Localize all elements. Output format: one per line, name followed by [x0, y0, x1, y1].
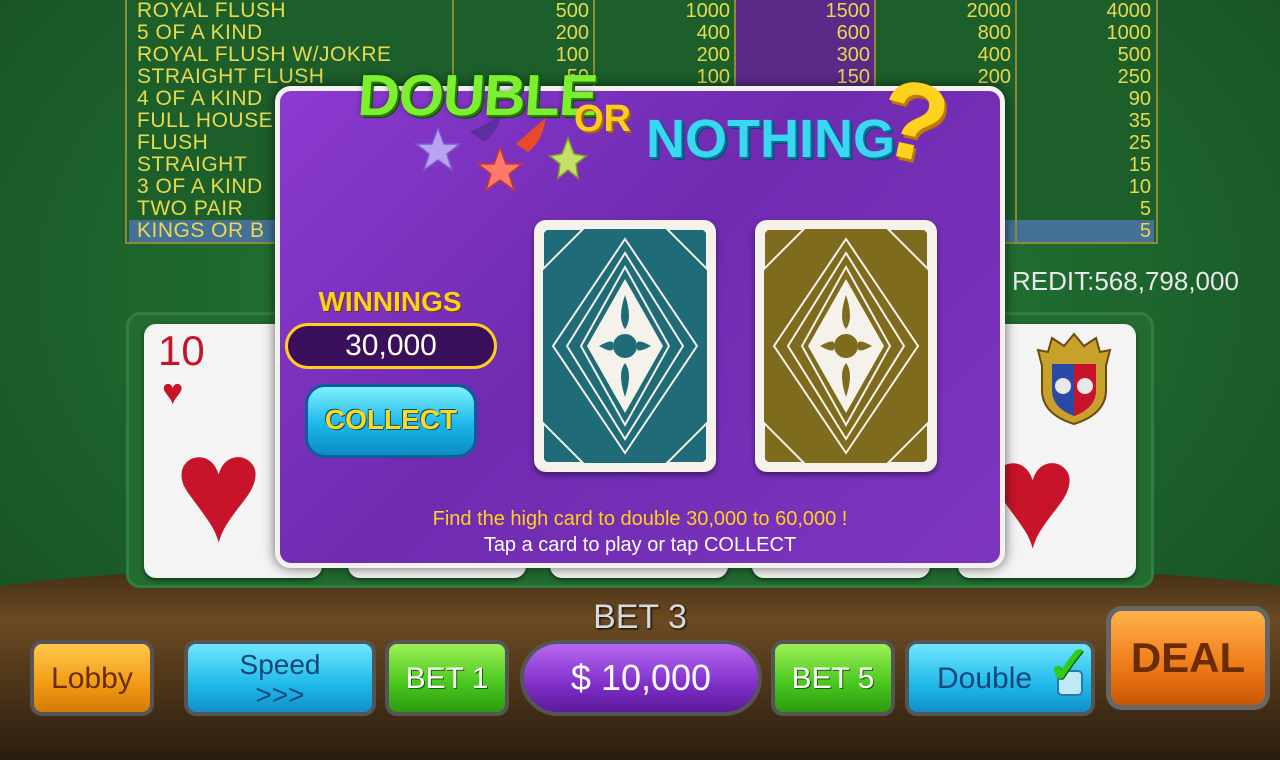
- card-back-pattern-icon: [764, 229, 928, 463]
- paytable-payout: 2000: [966, 0, 1012, 22]
- paytable-hand-name: FULL HOUSE: [137, 109, 274, 132]
- paytable-payout: 15: [1128, 154, 1151, 176]
- title-nothing: NOTHING: [646, 109, 895, 169]
- heart-icon: ♥: [174, 405, 264, 573]
- lobby-button[interactable]: Lobby: [30, 640, 154, 716]
- title-or: OR: [574, 98, 631, 140]
- paytable-row: ROYAL FLUSH 500 1000 1500 2000 4000: [127, 0, 1156, 22]
- card-rank: 10: [158, 327, 205, 374]
- paytable-payout: 300: [836, 44, 870, 66]
- speed-label: Speed: [239, 649, 321, 680]
- paytable-payout: 4000: [1106, 0, 1152, 22]
- gamble-hint: Tap a card to play or tap COLLECT: [483, 534, 797, 556]
- collect-button[interactable]: COLLECT: [305, 384, 477, 458]
- winnings-value: 30,000: [285, 323, 497, 369]
- paytable-payout: 200: [696, 44, 730, 66]
- paytable-hand-name: STRAIGHT: [137, 153, 248, 176]
- title-double: DOUBLE: [355, 63, 600, 128]
- paytable-payout: 100: [696, 66, 730, 88]
- paytable-row: ROYAL FLUSH W/JOKRE 100 200 300 400 500: [127, 43, 1156, 67]
- paytable-payout: 1500: [825, 0, 871, 22]
- bet-1-button[interactable]: BET 1: [385, 640, 509, 716]
- paytable-hand-name: 5 OF A KIND: [137, 21, 263, 44]
- checkmark-icon: ✓: [1047, 637, 1091, 695]
- paytable-payout: 35: [1128, 110, 1151, 132]
- balance-display: $ 10,000: [520, 640, 762, 716]
- paytable-payout: 1000: [685, 0, 731, 22]
- paytable-payout: 5: [1139, 198, 1151, 220]
- speed-button[interactable]: Speed >>>: [184, 640, 376, 716]
- crest-icon: [1036, 332, 1112, 426]
- gamble-card-left[interactable]: [534, 220, 716, 472]
- credit-display: REDIT:568,798,000: [1012, 266, 1239, 296]
- paytable-hand-name: ROYAL FLUSH W/JOKRE: [137, 43, 392, 66]
- paytable-hand-name: FLUSH: [137, 131, 209, 154]
- gamble-instruction: Find the high card to double 30,000 to 6…: [432, 508, 848, 530]
- paytable-payout: 200: [555, 22, 589, 44]
- paytable-payout: 500: [1117, 44, 1151, 66]
- double-label: Double: [937, 662, 1033, 695]
- paytable-payout: 250: [1117, 66, 1151, 88]
- paytable-payout: 5: [1139, 220, 1151, 242]
- paytable-payout: 10: [1128, 176, 1151, 198]
- paytable-payout: 25: [1128, 132, 1151, 154]
- paytable-hand-name: TWO PAIR: [137, 197, 244, 220]
- speed-arrows: >>>: [255, 679, 305, 710]
- paytable-payout: 150: [836, 66, 870, 88]
- paytable-hand-name: 4 OF A KIND: [137, 87, 263, 110]
- paytable-row: STRAIGHT FLUSH 50 100 150 200 250: [127, 65, 1156, 89]
- paytable-payout: 500: [555, 0, 589, 22]
- paytable-hand-name: 3 OF A KIND: [137, 175, 263, 198]
- paytable-payout: 400: [696, 22, 730, 44]
- winnings-label: WINNINGS: [318, 286, 462, 317]
- card-back-pattern-icon: [543, 229, 707, 463]
- double-toggle-button[interactable]: Double ✓: [905, 640, 1095, 716]
- paytable-payout: 800: [977, 22, 1011, 44]
- paytable-payout: 1000: [1106, 22, 1152, 44]
- gamble-card-right[interactable]: [755, 220, 937, 472]
- deal-button[interactable]: DEAL: [1106, 606, 1270, 710]
- current-bet-label: BET 3: [593, 598, 687, 636]
- paytable-hand-name: KINGS OR B: [137, 219, 265, 242]
- paytable-hand-name: ROYAL FLUSH: [137, 0, 287, 22]
- paytable-payout: 600: [836, 22, 870, 44]
- bet-5-button[interactable]: BET 5: [771, 640, 895, 716]
- paytable-payout: 90: [1128, 88, 1151, 110]
- paytable-row: 5 OF A KIND 200 400 600 800 1000: [127, 21, 1156, 45]
- paytable-hand-name: STRAIGHT FLUSH: [137, 65, 325, 88]
